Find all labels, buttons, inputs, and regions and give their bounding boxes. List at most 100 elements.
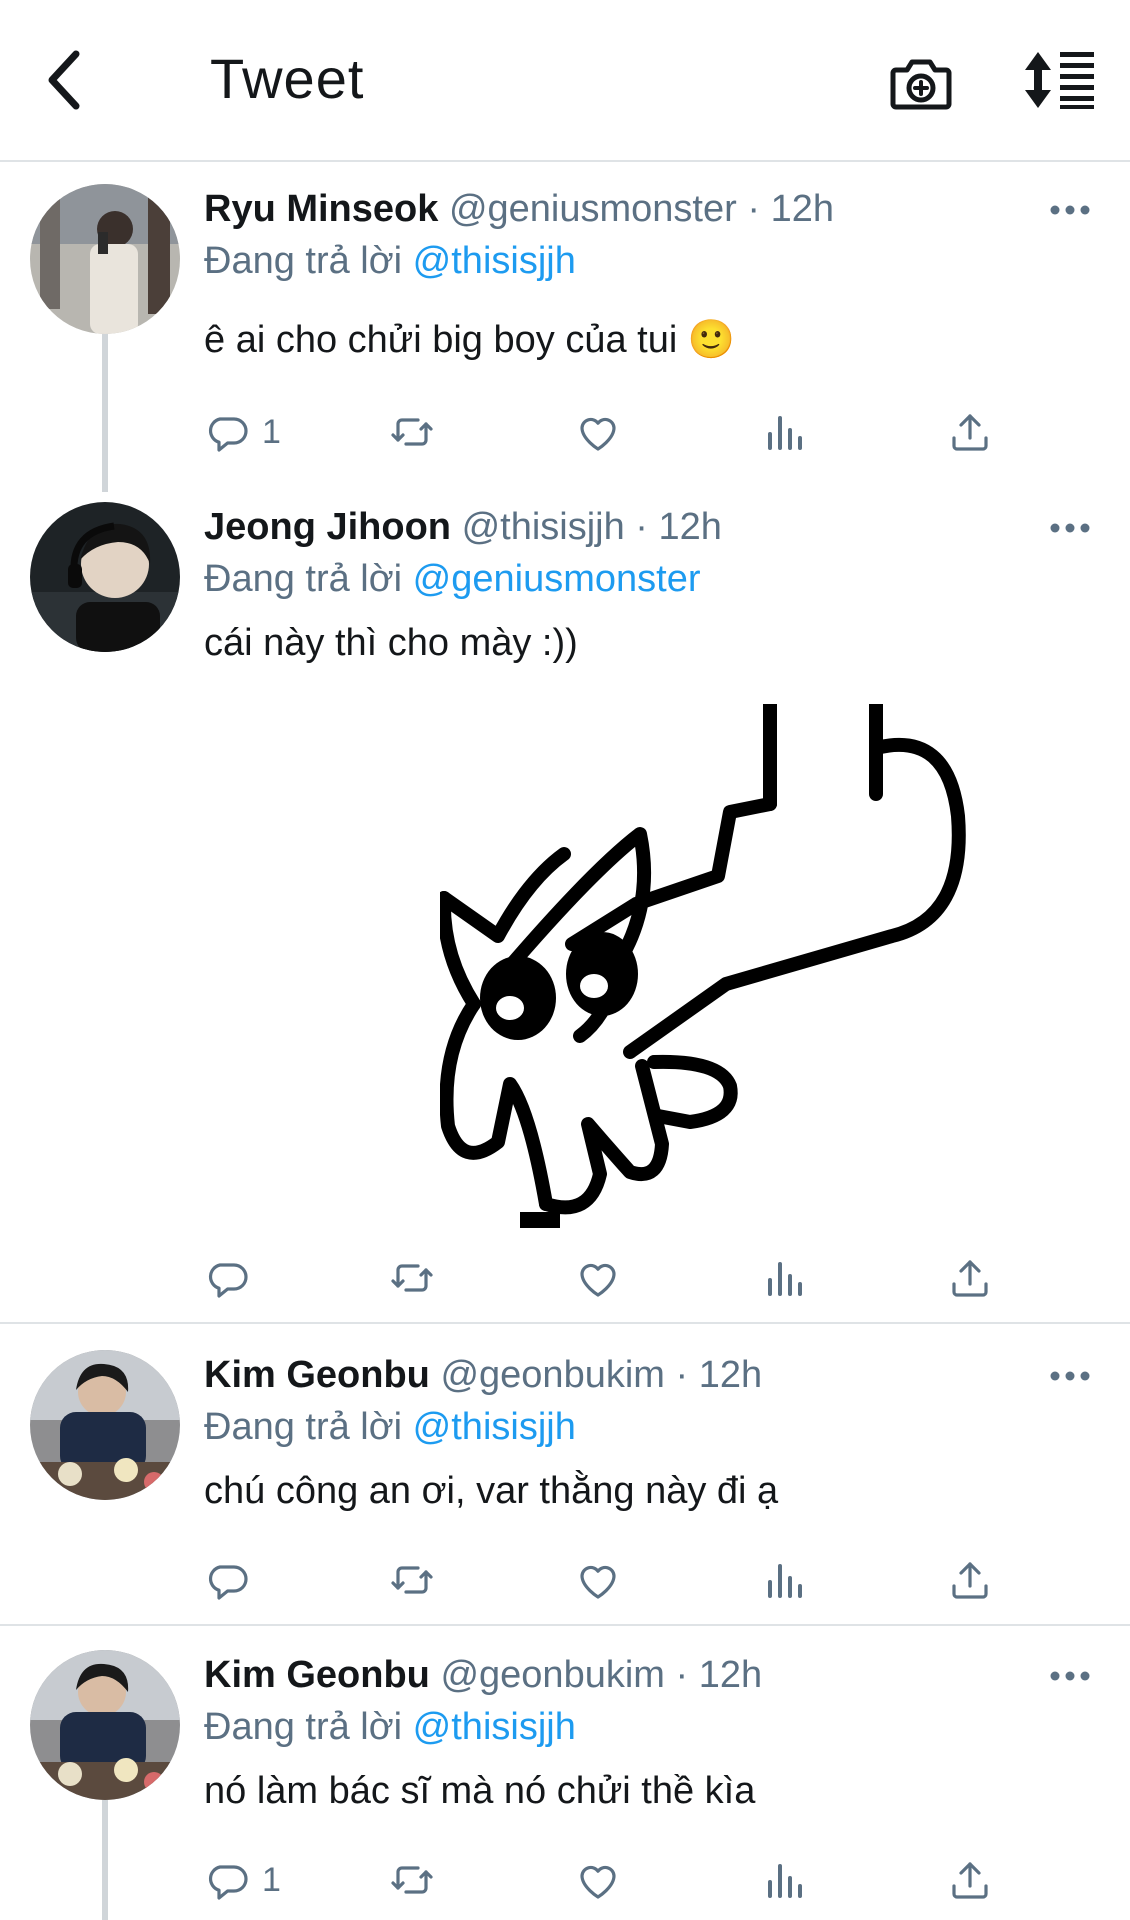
display-name[interactable]: Kim Geonbu xyxy=(204,1654,430,1696)
tweet-text: ê ai cho chửi big boy của tui 🙂 xyxy=(204,319,736,361)
avatar-photo xyxy=(30,1350,180,1500)
avatar[interactable] xyxy=(30,184,180,334)
retweet-icon xyxy=(388,1556,436,1604)
bar-chart-icon xyxy=(760,1254,808,1302)
separator: · xyxy=(747,188,760,230)
more-button[interactable] xyxy=(1048,1666,1092,1686)
mention-link[interactable]: @thisisjjh xyxy=(413,1706,576,1748)
analytics-button[interactable] xyxy=(760,1252,808,1304)
avatar-photo xyxy=(30,1650,180,1800)
bar-chart-icon xyxy=(760,1856,808,1904)
share-button[interactable] xyxy=(946,1554,994,1606)
timestamp[interactable]: 12h xyxy=(699,1354,762,1396)
avatar-photo xyxy=(30,184,180,334)
user-handle[interactable]: @geonbukim xyxy=(440,1654,664,1696)
camera-plus-icon xyxy=(890,59,952,110)
tweet-header: Kim Geonbu @geonbukim · 12h xyxy=(204,1654,762,1697)
back-button[interactable] xyxy=(36,42,96,118)
replying-to: Đang trả lời @geniusmonster xyxy=(204,558,701,601)
tweet-header: Kim Geonbu @geonbukim · 12h xyxy=(204,1354,762,1397)
reply-count: 1 xyxy=(262,1860,281,1899)
like-button[interactable] xyxy=(574,1252,622,1304)
action-bar xyxy=(204,1554,1004,1606)
share-icon xyxy=(946,408,994,456)
like-button[interactable] xyxy=(574,1854,622,1906)
avatar[interactable] xyxy=(30,502,180,652)
display-name[interactable]: Jeong Jihoon xyxy=(204,506,451,548)
thread-line xyxy=(102,1800,108,1920)
analytics-button[interactable] xyxy=(760,1554,808,1606)
user-handle[interactable]: @geonbukim xyxy=(440,1354,664,1396)
mention-link[interactable]: @geniusmonster xyxy=(413,558,701,600)
tweet-ryu-minseok[interactable]: Ryu Minseok @geniusmonster · 12h Đang tr… xyxy=(0,164,1130,492)
share-button[interactable] xyxy=(946,406,994,458)
bar-chart-icon xyxy=(760,1556,808,1604)
heart-icon xyxy=(574,1556,622,1604)
more-button[interactable] xyxy=(1048,518,1092,538)
share-button[interactable] xyxy=(946,1854,994,1906)
retweet-button[interactable] xyxy=(388,1854,436,1906)
separator: · xyxy=(635,506,648,548)
replying-to: Đang trả lời @thisisjjh xyxy=(204,1706,576,1749)
heart-icon xyxy=(574,1856,622,1904)
retweet-button[interactable] xyxy=(388,406,436,458)
more-icon xyxy=(1048,1666,1092,1686)
share-icon xyxy=(946,1254,994,1302)
tweet-text: cái này thì cho mày :)) xyxy=(204,622,578,664)
tweet-text: chú công an ơi, var thằng này đi ạ xyxy=(204,1470,779,1512)
avatar[interactable] xyxy=(30,1350,180,1500)
user-handle[interactable]: @geniusmonster xyxy=(449,188,737,230)
mention-link[interactable]: @thisisjjh xyxy=(413,1406,576,1448)
tweet-kim-geonbu-2[interactable]: Kim Geonbu @geonbukim · 12h Đang trả lời… xyxy=(0,1628,1130,1920)
retweet-button[interactable] xyxy=(388,1252,436,1304)
display-name[interactable]: Ryu Minseok xyxy=(204,188,438,230)
camera-button[interactable] xyxy=(888,50,954,116)
action-bar: 1 xyxy=(204,1854,1004,1906)
share-icon xyxy=(946,1556,994,1604)
tweet-kim-geonbu-1[interactable]: Kim Geonbu @geonbukim · 12h Đang trả lời… xyxy=(0,1326,1130,1626)
more-button[interactable] xyxy=(1048,200,1092,220)
avatar-photo xyxy=(30,502,180,652)
avatar[interactable] xyxy=(30,1650,180,1800)
heart-icon xyxy=(574,1254,622,1302)
sort-button[interactable] xyxy=(1022,50,1096,110)
tweet-header: Jeong Jihoon @thisisjjh · 12h xyxy=(204,506,722,549)
reply-icon xyxy=(204,1254,252,1302)
timestamp[interactable]: 12h xyxy=(771,188,834,230)
share-icon xyxy=(946,1856,994,1904)
reply-button[interactable]: 1 xyxy=(204,406,281,458)
display-name[interactable]: Kim Geonbu xyxy=(204,1354,430,1396)
heart-icon xyxy=(574,408,622,456)
chevron-left-icon xyxy=(48,50,80,110)
analytics-button[interactable] xyxy=(760,406,808,458)
timestamp[interactable]: 12h xyxy=(659,506,722,548)
tweet-text: nó làm bác sĩ mà nó chửi thề kìa xyxy=(204,1770,756,1812)
top-bar: Tweet xyxy=(0,0,1130,162)
like-button[interactable] xyxy=(574,1554,622,1606)
reply-button[interactable]: 1 xyxy=(204,1854,281,1906)
reply-icon xyxy=(204,1556,252,1604)
user-handle[interactable]: @thisisjjh xyxy=(462,506,625,548)
tweet-header: Ryu Minseok @geniusmonster · 12h xyxy=(204,188,834,231)
replying-prefix: Đang trả lời xyxy=(204,1706,403,1748)
tweet-media-cat-drawing[interactable] xyxy=(440,704,980,1228)
reply-button[interactable] xyxy=(204,1554,262,1606)
more-icon xyxy=(1048,200,1092,220)
retweet-icon xyxy=(388,1856,436,1904)
share-button[interactable] xyxy=(946,1252,994,1304)
page-title: Tweet xyxy=(210,47,365,110)
thread-line xyxy=(102,334,108,492)
replying-to: Đang trả lời @thisisjjh xyxy=(204,240,576,283)
like-button[interactable] xyxy=(574,406,622,458)
action-bar: 1 xyxy=(204,406,1004,458)
timestamp[interactable]: 12h xyxy=(699,1654,762,1696)
reply-count: 1 xyxy=(262,412,281,451)
more-button[interactable] xyxy=(1048,1366,1092,1386)
analytics-button[interactable] xyxy=(760,1854,808,1906)
retweet-icon xyxy=(388,408,436,456)
retweet-button[interactable] xyxy=(388,1554,436,1606)
retweet-icon xyxy=(388,1254,436,1302)
reply-button[interactable] xyxy=(204,1252,262,1304)
mention-link[interactable]: @thisisjjh xyxy=(413,240,576,282)
reply-icon xyxy=(204,1856,252,1904)
